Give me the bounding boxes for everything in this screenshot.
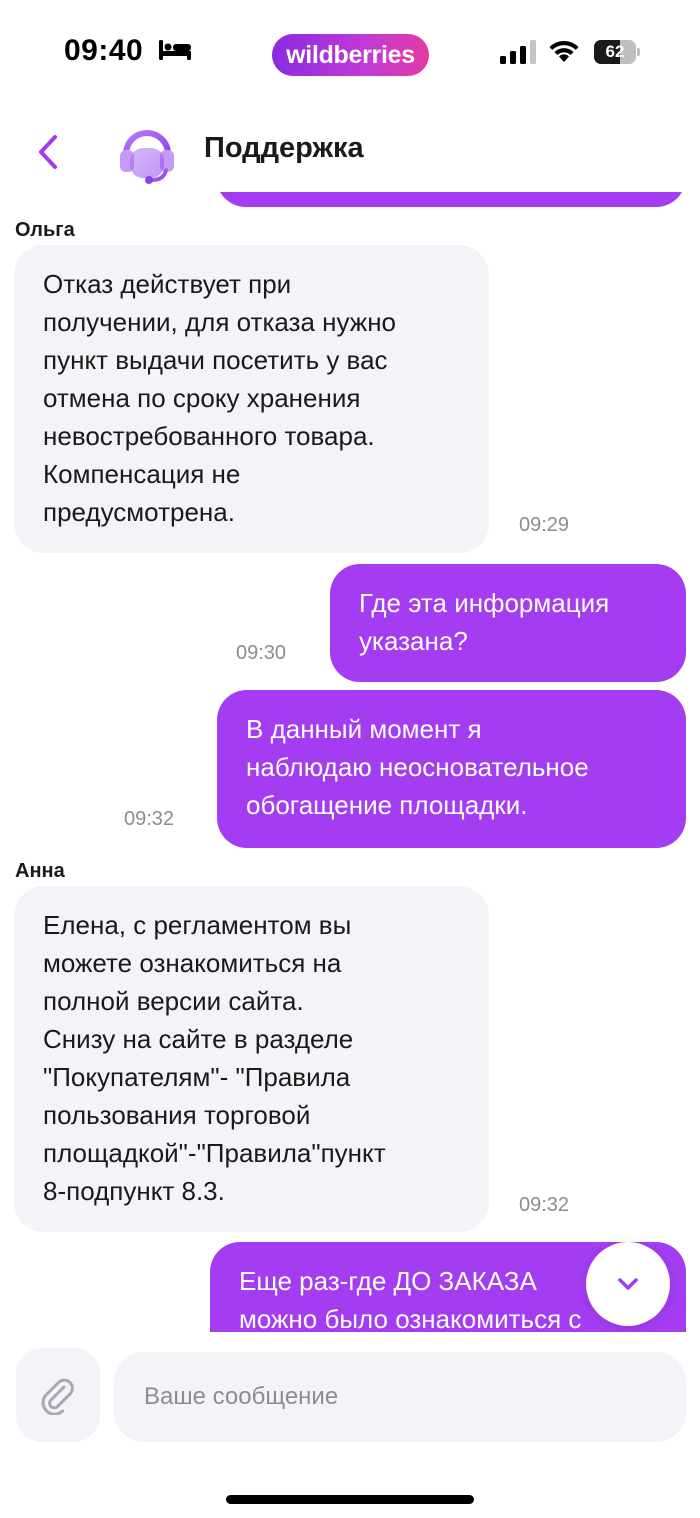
battery-level: 62 xyxy=(605,42,625,61)
battery-tip xyxy=(637,48,640,56)
battery-indicator: 62 xyxy=(594,40,640,64)
incoming-message-bubble: Отказ действует при получении, для отказ… xyxy=(14,245,489,553)
headset-icon xyxy=(120,130,174,184)
chat-header: Поддержка xyxy=(0,110,700,192)
message-text: В данный момент я наблюдаю неосновательн… xyxy=(246,714,589,820)
message-input[interactable] xyxy=(114,1352,686,1442)
brand-label: wildberries xyxy=(286,40,415,69)
sender-name: Ольга xyxy=(15,219,75,241)
wildberries-logo-pill[interactable]: wildberries xyxy=(272,34,429,76)
message-text: Отказ действует при получении, для отказ… xyxy=(43,269,397,527)
battery-body: 62 xyxy=(594,40,636,64)
incoming-message-bubble: Елена, с регламентом вы можете ознакомит… xyxy=(14,886,489,1232)
chat-message-list[interactable]: Ольга Отказ действует при получении, для… xyxy=(0,192,700,1332)
scroll-to-bottom-button[interactable] xyxy=(586,1242,670,1326)
message-time: 09:30 xyxy=(236,642,287,664)
sender-name: Анна xyxy=(15,860,65,882)
chevron-left-icon xyxy=(39,135,57,169)
page-title: Поддержка xyxy=(204,132,364,164)
wifi-icon xyxy=(549,40,579,62)
bed-icon xyxy=(159,40,191,60)
outgoing-message-bubble: Где эта информация указана? xyxy=(330,564,686,682)
back-button[interactable] xyxy=(28,130,68,174)
status-bar: 09:40 wildberries 62 xyxy=(0,0,700,110)
home-indicator[interactable] xyxy=(226,1495,474,1504)
status-time: 09:40 xyxy=(64,34,144,67)
attach-button[interactable] xyxy=(16,1348,100,1442)
message-text: Где эта информация указана? xyxy=(359,588,610,656)
chevron-down-icon xyxy=(618,1278,638,1290)
outgoing-message-bubble: В данный момент я наблюдаю неосновательн… xyxy=(217,690,686,848)
paperclip-icon xyxy=(41,1378,74,1415)
message-time: 09:32 xyxy=(519,1194,570,1216)
message-text: Елена, с регламентом вы можете ознакомит… xyxy=(43,910,386,1206)
previous-message-bubble xyxy=(216,192,686,207)
cellular-signal-icon xyxy=(500,40,536,64)
message-time: 09:29 xyxy=(519,514,570,536)
message-time: 09:32 xyxy=(124,808,175,830)
